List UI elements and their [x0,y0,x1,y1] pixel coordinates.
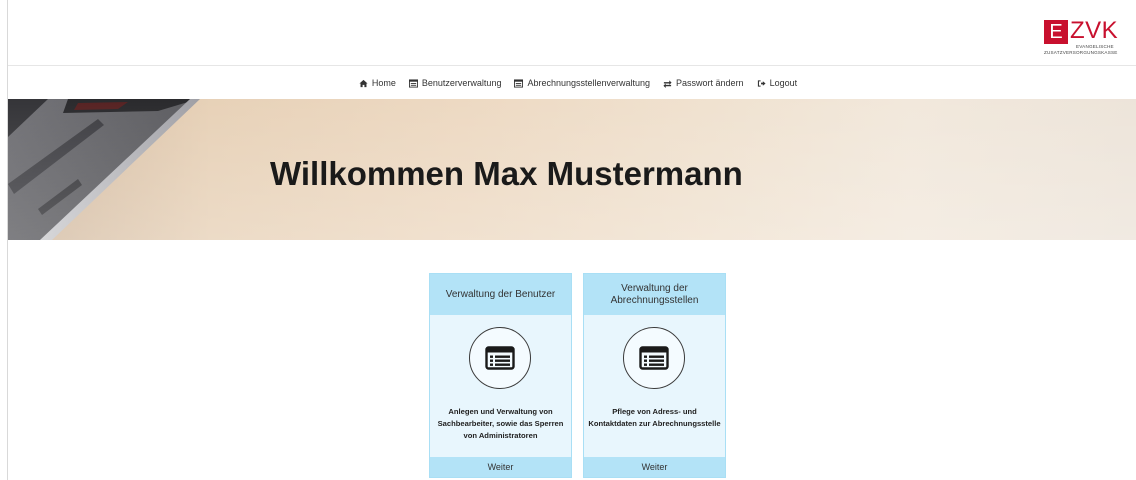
ezvk-logo[interactable]: E ZVK EVANGELISCHE ZUSATZVERSORGUNGSKASS… [1044,17,1124,62]
nav-benutzerverwaltung[interactable]: Benutzerverwaltung [408,78,502,88]
nav-home[interactable]: Home [359,78,396,88]
logo-text: ZVK [1070,17,1119,44]
card-title: Verwaltung der Abrechnungsstellen [584,274,725,315]
card-abrechnungsstellen: Verwaltung der Abrechnungsstellen Pflege… [583,273,726,478]
card-description: Pflege von Adress- und Kontaktdaten zur … [588,407,721,428]
weiter-button[interactable]: Weiter [584,457,725,477]
site-header: E ZVK EVANGELISCHE ZUSATZVERSORGUNGSKASS… [8,0,1136,66]
card-title: Verwaltung der Benutzer [430,274,571,315]
nav-logout[interactable]: Logout [757,78,798,88]
card-description: Anlegen und Verwaltung von Sachbearbeite… [437,407,564,440]
list-icon [514,78,524,88]
card-benutzer: Verwaltung der Benutzer Anlegen und Verw… [429,273,572,478]
nav-logout-label: Logout [769,78,798,88]
nav-abrechnungsstellenverwaltung[interactable]: Abrechnungsstellenverwaltung [514,78,650,88]
list-icon [408,78,418,88]
weiter-button[interactable]: Weiter [430,457,571,477]
list-icon [623,327,685,389]
main-nav: Home Benutzerverwaltung Abrechnungsstell… [0,67,1136,99]
nav-abrechnungsstellenverwaltung-label: Abrechnungsstellenverwaltung [527,78,651,88]
logo-subtitle-1: EVANGELISCHE [1076,44,1114,49]
list-icon [469,327,531,389]
nav-benutzerverwaltung-label: Benutzerverwaltung [421,78,502,88]
nav-home-label: Home [371,78,396,88]
nav-passwort-aendern-label: Passwort ändern [676,78,744,88]
logout-icon [757,79,766,88]
exchange-icon [663,79,672,88]
home-icon [359,79,368,88]
welcome-heading: Willkommen Max Mustermann [270,155,743,192]
logo-subtitle-2: ZUSATZVERSORGUNGSKASSE [1044,50,1118,55]
nav-passwort-aendern[interactable]: Passwort ändern [663,78,744,88]
hero-banner: Willkommen Max Mustermann [8,99,1136,240]
logo-letter-box: E [1044,20,1068,44]
